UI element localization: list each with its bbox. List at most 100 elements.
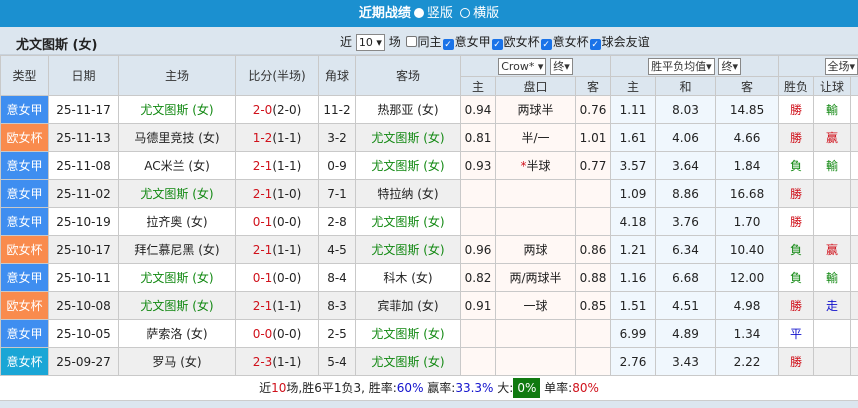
league-checkbox[interactable]: ✓ bbox=[590, 39, 601, 50]
eu-away-odds-text: 12.00 bbox=[730, 271, 764, 285]
league-label: 欧女杯 bbox=[504, 35, 540, 49]
match-row[interactable]: 意女甲25-11-08AC米兰 (女)2-1(1-1)0-9尤文图斯 (女)0.… bbox=[1, 152, 858, 180]
col-eu-draw: 和 bbox=[656, 77, 716, 96]
euro-type-value: 胜平负均值 bbox=[651, 60, 706, 73]
extra-cell bbox=[851, 96, 858, 124]
scope-header: 全场▾ bbox=[779, 56, 858, 77]
home-team-text: 尤文图斯 (女) bbox=[140, 187, 213, 201]
eu-away-odds: 16.68 bbox=[716, 180, 779, 208]
handicap-result bbox=[814, 348, 851, 376]
match-row[interactable]: 意女甲25-11-17尤文图斯 (女)2-0(2-0)11-2热那亚 (女)0.… bbox=[1, 96, 858, 124]
eu-home-odds-text: 1.16 bbox=[620, 271, 647, 285]
half-time-score: (1-0) bbox=[272, 187, 301, 201]
league-badge[interactable]: 意女杯 bbox=[1, 348, 49, 376]
corners: 7-1 bbox=[319, 180, 356, 208]
same-home-checkbox[interactable] bbox=[406, 36, 417, 47]
euro-time-value: 终 bbox=[721, 60, 732, 73]
corners: 0-9 bbox=[319, 152, 356, 180]
away-team: 尤文图斯 (女) bbox=[356, 208, 461, 236]
league-badge[interactable]: 欧女杯 bbox=[1, 236, 49, 264]
match-row[interactable]: 意女甲25-10-05萨索洛 (女)0-0(0-0)2-5尤文图斯 (女)6.9… bbox=[1, 320, 858, 348]
league-badge[interactable]: 欧女杯 bbox=[1, 124, 49, 152]
away-team-text: 尤文图斯 (女) bbox=[371, 215, 444, 229]
away-team: 科木 (女) bbox=[356, 264, 461, 292]
league-checkbox[interactable]: ✓ bbox=[443, 39, 454, 50]
ah-home-odds: 0.82 bbox=[461, 264, 496, 292]
scope-value: 全场 bbox=[828, 60, 850, 73]
ah-home-odds-text: 0.91 bbox=[465, 299, 492, 313]
score: 1-2(1-1) bbox=[236, 124, 319, 152]
league-name: 意女甲 bbox=[6, 327, 42, 341]
home-team-text: 拜仁慕尼黑 (女) bbox=[134, 243, 219, 257]
score: 2-1(1-1) bbox=[236, 236, 319, 264]
col-eu-home: 主 bbox=[611, 77, 656, 96]
col-away: 客场 bbox=[356, 56, 461, 96]
match-result: 勝 bbox=[779, 348, 814, 376]
recent-count-select[interactable]: 10 ▾ bbox=[356, 34, 385, 51]
match-date: 25-10-05 bbox=[49, 320, 119, 348]
euro-type-select[interactable]: 胜平负均值▾ bbox=[648, 58, 715, 75]
eu-away-odds-text: 2.22 bbox=[734, 355, 761, 369]
match-date-text: 25-10-17 bbox=[56, 243, 110, 257]
radio-vertical[interactable] bbox=[414, 8, 424, 18]
match-date: 25-10-11 bbox=[49, 264, 119, 292]
ah-away-odds-text: 0.85 bbox=[580, 299, 607, 313]
match-row[interactable]: 欧女杯25-10-08尤文图斯 (女)2-1(1-1)8-3宾菲加 (女)0.9… bbox=[1, 292, 858, 320]
radio-horizontal-label[interactable]: 横版 bbox=[473, 6, 499, 21]
away-team-text: 尤文图斯 (女) bbox=[371, 159, 444, 173]
radio-vertical-label[interactable]: 竖版 bbox=[427, 6, 453, 21]
match-row[interactable]: 欧女杯25-10-17拜仁慕尼黑 (女)2-1(1-1)4-5尤文图斯 (女)0… bbox=[1, 236, 858, 264]
league-name: 意女甲 bbox=[6, 159, 42, 173]
match-date-text: 25-11-17 bbox=[56, 103, 110, 117]
league-checkbox[interactable]: ✓ bbox=[492, 39, 503, 50]
radio-horizontal[interactable] bbox=[460, 8, 470, 18]
eu-draw-odds: 8.03 bbox=[656, 96, 716, 124]
match-date-text: 25-10-05 bbox=[56, 327, 110, 341]
handicap-result: 走 bbox=[814, 292, 851, 320]
eu-home-odds-text: 6.99 bbox=[620, 327, 647, 341]
eu-home-odds: 6.99 bbox=[611, 320, 656, 348]
eu-home-odds: 3.57 bbox=[611, 152, 656, 180]
ah-away-odds bbox=[576, 320, 611, 348]
ah-line bbox=[496, 320, 576, 348]
asian-time-select[interactable]: 终▾ bbox=[550, 58, 573, 75]
scope-select[interactable]: 全场▾ bbox=[825, 58, 858, 75]
euro-time-select[interactable]: 终▾ bbox=[718, 58, 741, 75]
corners-text: 2-8 bbox=[327, 215, 347, 229]
eu-home-odds: 1.61 bbox=[611, 124, 656, 152]
match-date-text: 25-11-13 bbox=[56, 131, 110, 145]
league-badge[interactable]: 欧女杯 bbox=[1, 292, 49, 320]
league-badge[interactable]: 意女甲 bbox=[1, 208, 49, 236]
eu-draw-odds: 3.64 bbox=[656, 152, 716, 180]
league-badge[interactable]: 意女甲 bbox=[1, 320, 49, 348]
match-row[interactable]: 欧女杯25-11-13马德里竞技 (女)1-2(1-1)3-2尤文图斯 (女)0… bbox=[1, 124, 858, 152]
league-badge[interactable]: 意女甲 bbox=[1, 96, 49, 124]
match-row[interactable]: 意女甲25-10-11尤文图斯 (女)0-1(0-0)8-4科木 (女)0.82… bbox=[1, 264, 858, 292]
score: 0-0(0-0) bbox=[236, 320, 319, 348]
league-badge[interactable]: 意女甲 bbox=[1, 264, 49, 292]
away-team: 尤文图斯 (女) bbox=[356, 236, 461, 264]
league-badge[interactable]: 意女甲 bbox=[1, 180, 49, 208]
corners-text: 3-2 bbox=[327, 131, 347, 145]
match-date: 25-10-19 bbox=[49, 208, 119, 236]
match-row[interactable]: 意女杯25-09-27罗马 (女)2-3(1-1)5-4尤文图斯 (女)2.76… bbox=[1, 348, 858, 376]
away-team-text: 尤文图斯 (女) bbox=[371, 327, 444, 341]
ah-line: 两球半 bbox=[496, 96, 576, 124]
league-badge[interactable]: 意女甲 bbox=[1, 152, 49, 180]
home-team-text: 尤文图斯 (女) bbox=[140, 271, 213, 285]
eu-draw-odds-text: 4.06 bbox=[672, 131, 699, 145]
handicap-result: 輸 bbox=[814, 152, 851, 180]
league-checkbox[interactable]: ✓ bbox=[541, 39, 552, 50]
company-select[interactable]: Crow* ▾ bbox=[498, 58, 546, 75]
handicap-result-text: 輸 bbox=[826, 159, 838, 173]
eu-away-odds-text: 4.98 bbox=[734, 299, 761, 313]
ah-away-odds bbox=[576, 348, 611, 376]
match-result-text: 勝 bbox=[790, 215, 802, 229]
match-row[interactable]: 意女甲25-10-19拉齐奥 (女)0-1(0-0)2-8尤文图斯 (女)4.1… bbox=[1, 208, 858, 236]
corners-text: 5-4 bbox=[327, 355, 347, 369]
ah-away-odds-text: 0.77 bbox=[580, 159, 607, 173]
ah-line bbox=[496, 348, 576, 376]
ah-away-odds: 1.01 bbox=[576, 124, 611, 152]
match-row[interactable]: 意女甲25-11-02尤文图斯 (女)2-1(1-0)7-1特拉纳 (女)1.0… bbox=[1, 180, 858, 208]
recent-suffix: 场 bbox=[389, 35, 401, 49]
